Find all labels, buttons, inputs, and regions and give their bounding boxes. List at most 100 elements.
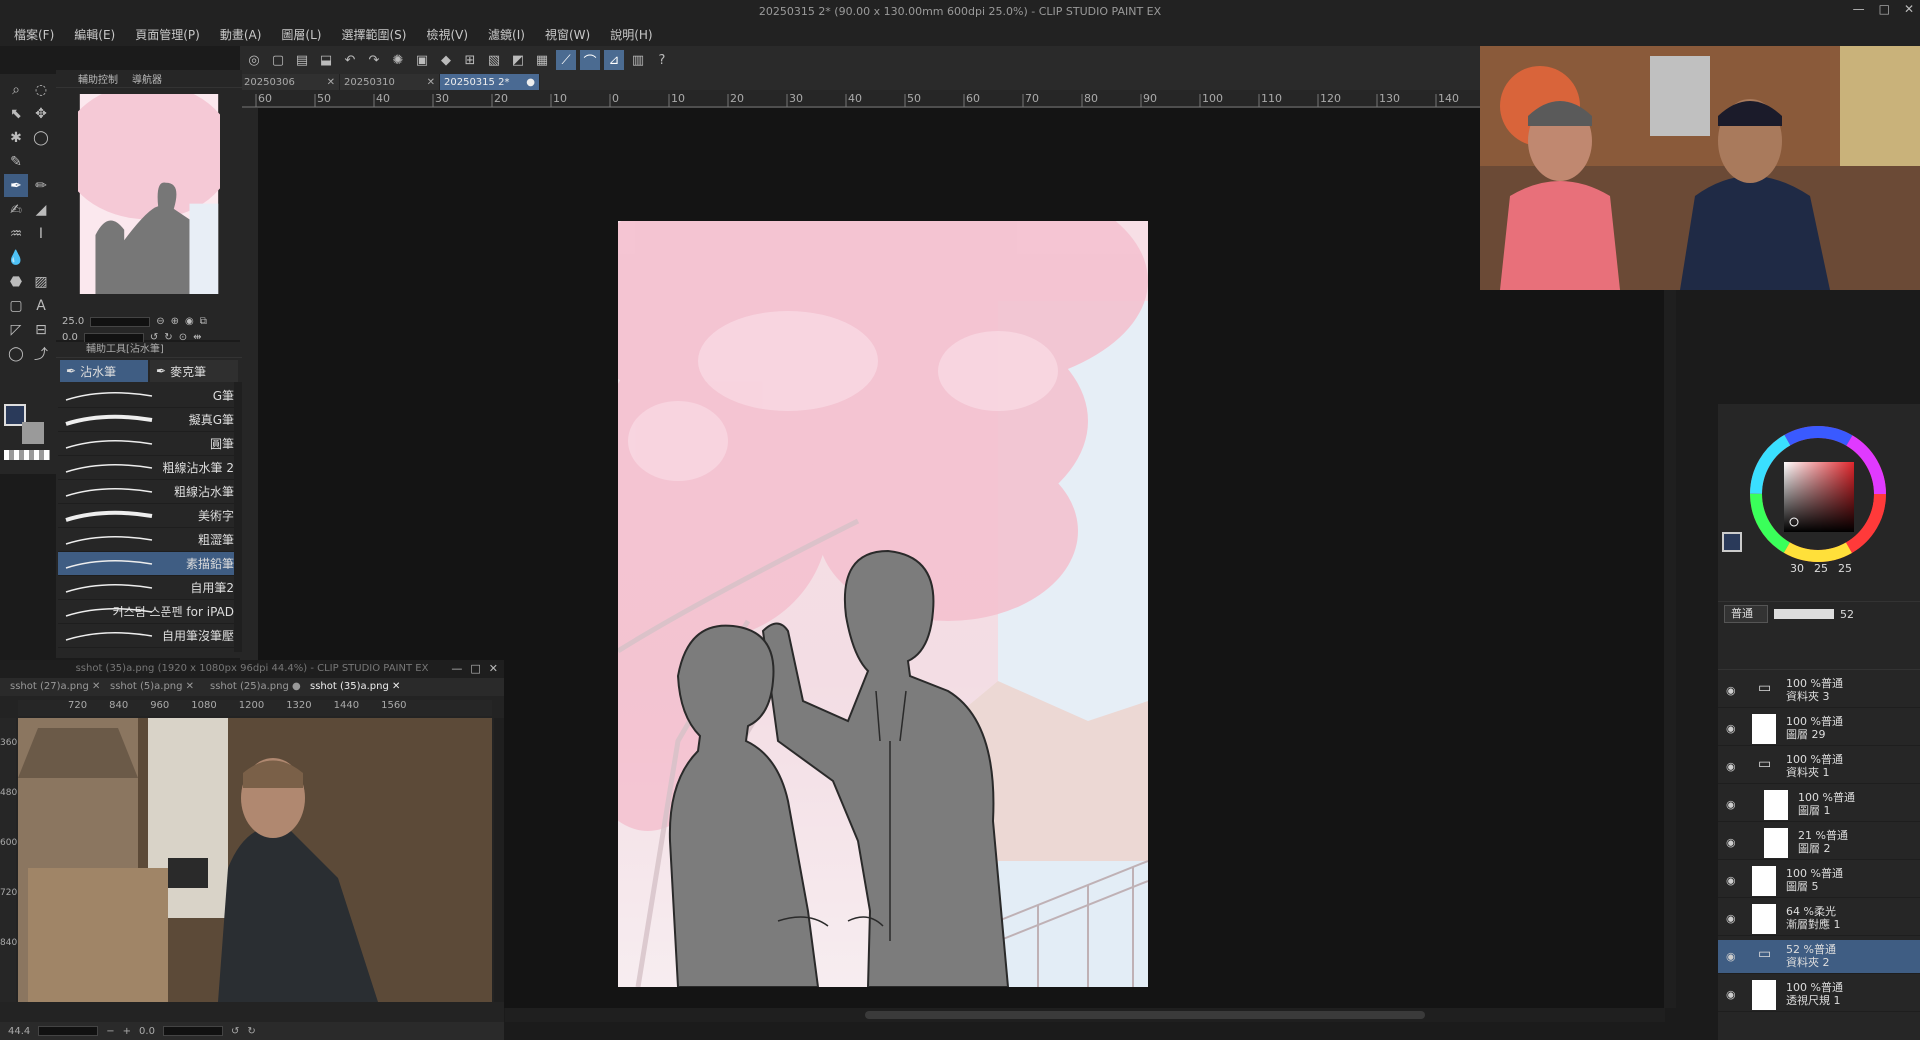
- ruler-tool-icon[interactable]: ⊟: [29, 318, 53, 341]
- visibility-eye-icon[interactable]: ◉: [1726, 988, 1736, 1001]
- menu-window[interactable]: 視窗(W): [545, 26, 590, 43]
- move-tool-icon[interactable]: ✥: [29, 102, 53, 125]
- undo-icon[interactable]: ↶: [340, 50, 360, 70]
- close-icon[interactable]: ✕: [392, 681, 400, 692]
- brush-list-scrollbar[interactable]: [234, 382, 242, 652]
- gradient-tool-icon[interactable]: ▨: [29, 270, 53, 293]
- opacity-slider[interactable]: [1774, 609, 1834, 619]
- brush-item[interactable]: 自用筆沒筆壓: [58, 624, 238, 648]
- sub-doc-tab[interactable]: sshot (27)a.png ✕: [6, 678, 106, 696]
- menu-filter[interactable]: 濾鏡(I): [488, 26, 525, 43]
- main-color-swatch[interactable]: [1722, 532, 1742, 552]
- layer-row[interactable]: ◉ 21 %普通 圖層 2: [1718, 826, 1920, 860]
- sub-zoom-slider[interactable]: [38, 1026, 99, 1036]
- visibility-eye-icon[interactable]: ◉: [1726, 760, 1736, 773]
- navigator-thumbnail[interactable]: [78, 94, 220, 294]
- zoom-out-icon[interactable]: −: [106, 1026, 114, 1037]
- visibility-eye-icon[interactable]: ◉: [1726, 722, 1736, 735]
- zoom-in-icon[interactable]: +: [123, 1026, 131, 1037]
- airbrush-icon[interactable]: ♒: [4, 222, 28, 245]
- zoom-in-icon[interactable]: ⊕: [171, 316, 179, 327]
- menu-help[interactable]: 說明(H): [610, 26, 652, 43]
- modified-icon[interactable]: ●: [292, 681, 301, 692]
- help-icon[interactable]: ?: [652, 50, 672, 70]
- correct-line-icon[interactable]: ⤴: [29, 342, 53, 365]
- brush-item[interactable]: 素描鉛筆: [58, 552, 238, 576]
- selection2-icon[interactable]: ◩: [508, 50, 528, 70]
- snap-special-icon[interactable]: ⌒: [580, 50, 600, 70]
- open-file-icon[interactable]: ▤: [292, 50, 312, 70]
- zoom-slider[interactable]: [90, 316, 151, 327]
- sub-angle-slider[interactable]: [162, 1026, 223, 1036]
- rotate-left-icon[interactable]: ↺: [231, 1026, 239, 1037]
- brush-tool-icon[interactable]: ✍: [4, 198, 28, 221]
- selection3-icon[interactable]: ▦: [532, 50, 552, 70]
- menu-page[interactable]: 頁面管理(P): [135, 26, 200, 43]
- save-icon[interactable]: ⬓: [316, 50, 336, 70]
- clip-studio-icon[interactable]: ◎: [244, 50, 264, 70]
- brush-item[interactable]: 美術字: [58, 504, 238, 528]
- visibility-eye-icon[interactable]: ◉: [1726, 874, 1736, 887]
- brush-item[interactable]: 擬真G筆: [58, 408, 238, 432]
- decoration-icon[interactable]: Ⅰ: [29, 222, 53, 245]
- brush-item[interactable]: 粗澀筆: [58, 528, 238, 552]
- actual-size-icon[interactable]: ◉: [185, 316, 194, 327]
- menu-edit[interactable]: 編輯(E): [74, 26, 115, 43]
- brush-item[interactable]: 粗線沾水筆: [58, 480, 238, 504]
- sub-doc-tab[interactable]: sshot (5)a.png ✕: [106, 678, 206, 696]
- layer-row[interactable]: ◉ ▭ 100 %普通 資料夾 1: [1718, 750, 1920, 784]
- visibility-eye-icon[interactable]: ◉: [1726, 912, 1736, 925]
- pencil-tool-icon[interactable]: ✏: [29, 174, 53, 197]
- visibility-eye-icon[interactable]: ◉: [1726, 836, 1736, 849]
- visibility-eye-icon[interactable]: ◉: [1726, 950, 1736, 963]
- text-tool-icon[interactable]: A: [29, 294, 53, 317]
- menu-selection[interactable]: 選擇範圍(S): [341, 26, 406, 43]
- snap-ruler-icon[interactable]: ⟋: [556, 50, 576, 70]
- close-icon[interactable]: ✕: [92, 681, 100, 692]
- canvas-horizontal-scrollbar[interactable]: [505, 1008, 1665, 1022]
- artwork-canvas[interactable]: [618, 221, 1148, 987]
- clear-icon[interactable]: ▣: [412, 50, 432, 70]
- layer-row[interactable]: ◉ 100 %普通 圖層 29: [1718, 712, 1920, 746]
- minimize-button[interactable]: —: [451, 660, 462, 678]
- reference-photo[interactable]: [18, 718, 492, 1002]
- zoom-out-icon[interactable]: ⊖: [156, 316, 164, 327]
- transparent-color-swatch[interactable]: [4, 450, 50, 460]
- brush-item[interactable]: 自用筆2: [58, 576, 238, 600]
- close-button[interactable]: ✕: [489, 660, 498, 678]
- tab-g-pen-group[interactable]: ✒ 沾水筆: [60, 360, 148, 382]
- snap-grid-icon[interactable]: ⊿: [604, 50, 624, 70]
- sub-doc-tab-active[interactable]: sshot (35)a.png ✕: [306, 678, 406, 696]
- menu-file[interactable]: 檔案(F): [14, 26, 54, 43]
- scroll-thumb[interactable]: [865, 1011, 1425, 1019]
- tab-navigator[interactable]: 導航器: [132, 71, 162, 86]
- maximize-button[interactable]: □: [470, 660, 480, 678]
- brush-item[interactable]: 커스텀 스푼펜 for iPAD: [58, 600, 238, 624]
- layer-row[interactable]: ◉ 100 %普通 圖層 5: [1718, 864, 1920, 898]
- visibility-eye-icon[interactable]: ◉: [1726, 684, 1736, 697]
- visibility-eye-icon[interactable]: ◉: [1726, 798, 1736, 811]
- fit-icon[interactable]: ⧉: [200, 316, 207, 327]
- frame-tool-icon[interactable]: ◸: [4, 318, 28, 341]
- zoom-tool-icon[interactable]: ⌕: [4, 78, 28, 101]
- maximize-button[interactable]: □: [1879, 2, 1890, 16]
- layer-row[interactable]: ◉ 100 %普通 透視尺規 1: [1718, 978, 1920, 1012]
- blend-mode-select[interactable]: 普通: [1724, 605, 1768, 623]
- rotate-slider[interactable]: [83, 332, 144, 343]
- layer-row[interactable]: ◉ ▭ 52 %普通 資料夾 2: [1718, 940, 1920, 974]
- balloon-tool-icon[interactable]: ◯: [4, 342, 28, 365]
- menu-view[interactable]: 檢視(V): [426, 26, 468, 43]
- fill-icon[interactable]: ◆: [436, 50, 456, 70]
- brush-item[interactable]: G筆: [58, 384, 238, 408]
- lasso-icon[interactable]: ◯: [29, 126, 53, 149]
- minimize-button[interactable]: —: [1853, 2, 1865, 16]
- operation-tool-icon[interactable]: ⬉: [4, 102, 28, 125]
- pen-tool-icon[interactable]: ✒: [4, 174, 28, 197]
- new-file-icon[interactable]: ▢: [268, 50, 288, 70]
- color-wheel[interactable]: [1718, 422, 1920, 572]
- brush-item[interactable]: 粗線沾水筆 2: [58, 456, 238, 480]
- layer-row[interactable]: ◉ 64 %柔光 漸層對應 1: [1718, 902, 1920, 936]
- rotate-right-icon[interactable]: ↻: [247, 1026, 255, 1037]
- tab-marker-group[interactable]: ✒ 麥克筆: [150, 360, 238, 382]
- fill-tool-icon[interactable]: ⬣: [4, 270, 28, 293]
